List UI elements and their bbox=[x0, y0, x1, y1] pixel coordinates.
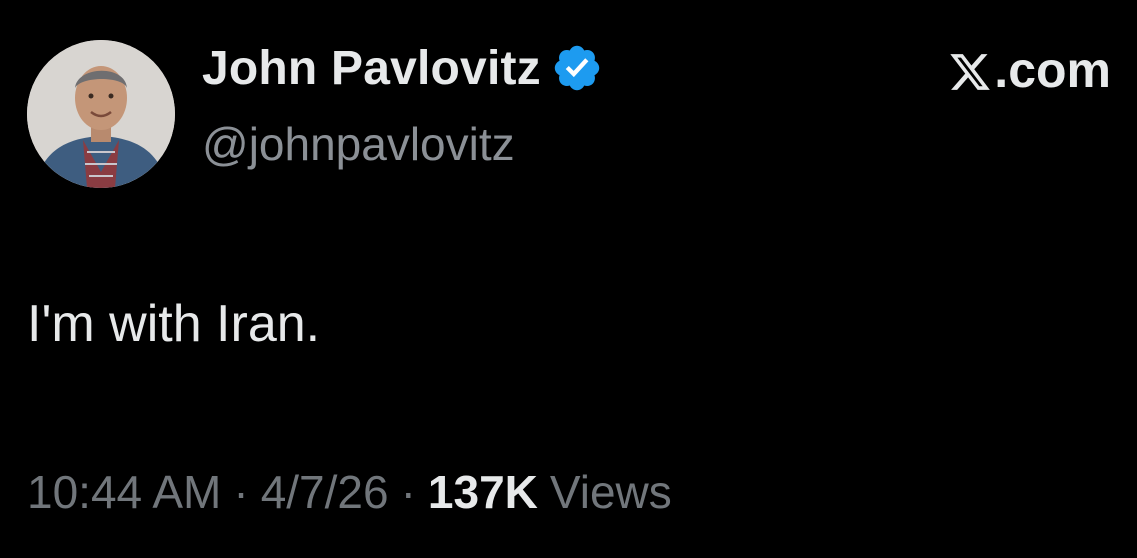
views-count[interactable]: 137K bbox=[428, 465, 538, 519]
tweet-card: John Pavlovitz @johnpavlovitz .com I'm w… bbox=[0, 0, 1137, 558]
author-handle[interactable]: @johnpavlovitz bbox=[202, 117, 515, 171]
tweet-date[interactable]: 4/7/26 bbox=[261, 465, 389, 519]
views-label: Views bbox=[549, 466, 672, 518]
tweet-meta: 10:44 AM · 4/7/26 · 137K Views bbox=[27, 465, 672, 519]
meta-separator: · bbox=[400, 466, 416, 518]
display-name-row: John Pavlovitz bbox=[202, 38, 603, 98]
avatar-image bbox=[27, 40, 175, 188]
verified-badge-icon bbox=[551, 42, 603, 94]
tweet-text: I'm with Iran. bbox=[27, 295, 321, 353]
avatar[interactable] bbox=[27, 40, 175, 188]
meta-separator: · bbox=[233, 466, 249, 518]
brand-watermark: .com bbox=[948, 40, 1111, 100]
display-name[interactable]: John Pavlovitz bbox=[202, 41, 541, 96]
x-logo-icon bbox=[948, 48, 992, 92]
brand-label: .com bbox=[994, 42, 1111, 98]
tweet-time[interactable]: 10:44 AM bbox=[27, 465, 221, 519]
